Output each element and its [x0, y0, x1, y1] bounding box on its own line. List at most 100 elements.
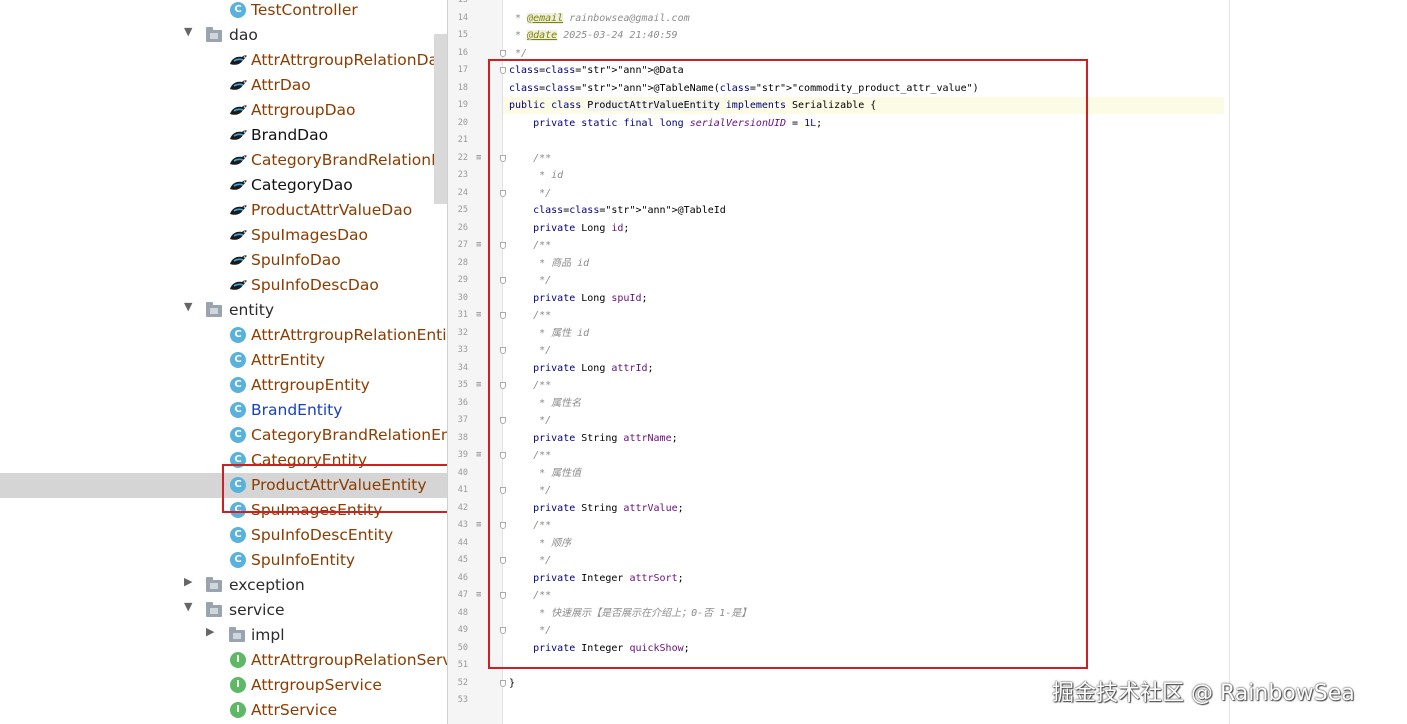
tree-item-brand-dao[interactable]: BrandDao: [0, 123, 447, 148]
line-number: 38: [457, 432, 468, 443]
tree-item-category-brand-relation-dao[interactable]: CategoryBrandRelationDao: [0, 148, 447, 173]
tree-item-label: entity: [229, 301, 274, 319]
interface-icon: I: [230, 677, 246, 693]
tree-item-spu-info-desc-dao[interactable]: SpuInfoDescDao: [0, 273, 447, 298]
tree-item-label: impl: [251, 626, 285, 644]
line-number: 41: [457, 485, 468, 495]
tree-item-label: CategoryBrandRelationDao: [251, 151, 447, 169]
line-number: 24: [457, 187, 468, 198]
doc-comment-icon: ≡: [476, 152, 482, 163]
tree-item-attr-attrgroup-relation-dao[interactable]: AttrAttrgroupRelationDao: [0, 48, 447, 73]
code-line[interactable]: * @date 2025-03-24 21:40:59: [509, 27, 678, 44]
tree-item-test-controller[interactable]: C TestController: [0, 0, 447, 23]
line-number: 14: [457, 12, 468, 23]
line-number: 13: [457, 0, 468, 5]
tree-item-label: dao: [229, 26, 258, 44]
doc-comment-icon: ≡: [476, 240, 482, 250]
line-number: 39: [457, 450, 468, 460]
line-number: 22: [457, 152, 468, 163]
tree-item-attrgroup-entity[interactable]: C AttrgroupEntity: [0, 373, 447, 398]
tree-item-spu-images-dao[interactable]: SpuImagesDao: [0, 223, 447, 248]
line-number: 16: [457, 47, 468, 58]
tree-item-label: SpuInfoEntity: [251, 551, 356, 569]
tree-item-label: AttrAttrgroupRelationEntity: [251, 326, 447, 344]
tree-item-label: AttrgroupEntity: [251, 376, 370, 394]
tree-item-label: CategoryDao: [251, 176, 353, 194]
code-line[interactable]: * @email rainbowsea@gmail.com: [509, 10, 690, 27]
expand-arrow-icon[interactable]: ▼: [184, 25, 196, 38]
tree-item-label: SpuInfoDao: [251, 251, 341, 269]
tree-item-label: ProductAttrValueDao: [251, 201, 413, 219]
tree-item-label: SpuImagesDao: [251, 226, 369, 244]
line-number: 31: [457, 310, 468, 320]
tree-item-label: BrandDao: [251, 126, 329, 144]
line-number: 46: [457, 572, 468, 583]
tree-item-impl[interactable]: ▶ impl: [0, 623, 447, 648]
line-number: 18: [457, 82, 468, 93]
tree-item-category-brand-relation-entity[interactable]: C CategoryBrandRelationEntity: [0, 423, 447, 448]
line-number: 23: [457, 170, 468, 180]
tree-item-label: AttrAttrgroupRelationService: [251, 651, 447, 669]
tree-item-spu-info-dao[interactable]: SpuInfoDao: [0, 248, 447, 273]
tree-item-label: TestController: [251, 1, 358, 19]
line-number: 30: [457, 292, 468, 303]
tree-scrollbar[interactable]: [434, 34, 447, 204]
class-icon: C: [230, 352, 246, 368]
expand-arrow-icon[interactable]: ▼: [184, 600, 196, 613]
tree-item-label: AttrgroupDao: [251, 101, 356, 119]
tree-item-spu-info-desc-entity[interactable]: C SpuInfoDescEntity: [0, 523, 447, 548]
class-icon: C: [230, 427, 246, 443]
line-number: 17: [457, 65, 468, 75]
tree-item-attr-entity[interactable]: C AttrEntity: [0, 348, 447, 373]
line-number: 26: [457, 222, 468, 233]
tree-item-exception[interactable]: ▶ exception: [0, 573, 447, 598]
tree-item-label: exception: [229, 576, 305, 594]
tree-item-product-attr-value-dao[interactable]: ProductAttrValueDao: [0, 198, 447, 223]
project-tree[interactable]: C TestController ▼ dao AttrAttrgroupRelation…: [0, 0, 447, 724]
tree-item-attrgroup-dao[interactable]: AttrgroupDao: [0, 98, 447, 123]
line-number: 15: [457, 30, 468, 40]
tree-annotation-box: [222, 464, 480, 513]
collapse-arrow-icon[interactable]: ▶: [184, 575, 196, 588]
line-number: 28: [457, 257, 468, 268]
tree-item-spu-info-entity[interactable]: C SpuInfoEntity: [0, 548, 447, 573]
tree-item-label: SpuInfoDescEntity: [251, 526, 394, 544]
mybatis-bird-icon: [230, 130, 247, 140]
interface-icon: I: [230, 702, 246, 718]
doc-comment-icon: ≡: [476, 450, 482, 460]
line-number: 34: [457, 362, 468, 373]
tree-item-brand-entity[interactable]: C BrandEntity: [0, 398, 447, 423]
line-number: 52: [457, 677, 468, 688]
code-annotation-box: [488, 59, 1088, 669]
tree-item-attrgroup-service[interactable]: I AttrgroupService: [0, 673, 447, 698]
tree-item-entity[interactable]: ▼ entity: [0, 298, 447, 323]
line-number: 50: [457, 642, 468, 653]
tree-item-dao[interactable]: ▼ dao: [0, 23, 447, 48]
tree-item-category-dao[interactable]: CategoryDao: [0, 173, 447, 198]
tree-item-attr-dao[interactable]: AttrDao: [0, 73, 447, 98]
package-folder-icon: [206, 577, 222, 592]
line-number: 45: [457, 555, 468, 565]
tree-item-attr-attrgroup-relation-service[interactable]: I AttrAttrgroupRelationService: [0, 648, 447, 673]
fold-marker-icon[interactable]: [500, 49, 506, 57]
line-number: 51: [457, 660, 468, 670]
fold-marker-icon[interactable]: [500, 679, 506, 687]
mybatis-bird-icon: [230, 230, 247, 240]
mybatis-bird-icon: [230, 205, 247, 215]
tree-item-attr-attrgroup-relation-entity[interactable]: C AttrAttrgroupRelationEntity: [0, 323, 447, 348]
tree-item-service[interactable]: ▼ service: [0, 598, 447, 623]
collapse-arrow-icon[interactable]: ▶: [206, 625, 218, 638]
class-icon: C: [230, 327, 246, 343]
class-icon: C: [230, 377, 246, 393]
line-number: 37: [457, 415, 468, 425]
interface-icon: I: [230, 652, 246, 668]
mybatis-bird-icon: [230, 155, 247, 165]
doc-comment-icon: ≡: [476, 520, 482, 530]
tree-item-label: SpuInfoDescDao: [251, 276, 379, 294]
tree-item-label: AttrAttrgroupRelationDao: [251, 51, 447, 69]
line-number: 40: [457, 467, 468, 478]
line-number: 42: [457, 502, 468, 513]
expand-arrow-icon[interactable]: ▼: [184, 300, 196, 313]
code-line[interactable]: }: [509, 675, 515, 692]
tree-item-attr-service[interactable]: I AttrService: [0, 698, 447, 723]
